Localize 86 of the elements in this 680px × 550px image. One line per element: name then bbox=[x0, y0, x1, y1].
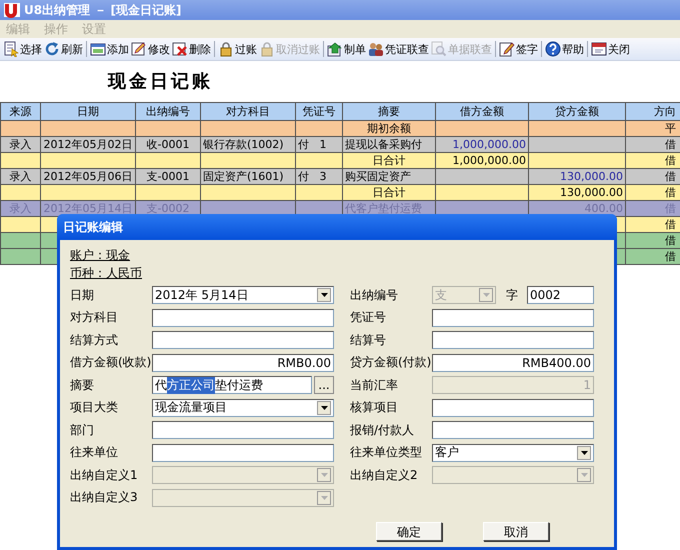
text-field[interactable] bbox=[152, 421, 334, 439]
field-label: 出纳自定义2 bbox=[350, 466, 419, 484]
arrow-icon bbox=[327, 41, 343, 57]
table-cell: 借 bbox=[626, 248, 680, 264]
field-label: 出纳自定义3 bbox=[70, 489, 139, 506]
field-label: 贷方金额(付款) bbox=[350, 354, 432, 371]
field-label: 当前汇率 bbox=[350, 376, 399, 394]
text-field[interactable] bbox=[432, 398, 594, 416]
field-label: 日期 bbox=[70, 286, 95, 304]
column-header: 摘要 bbox=[342, 102, 436, 120]
toolbar-button[interactable]: 签字 bbox=[498, 39, 539, 59]
text-field[interactable] bbox=[152, 308, 334, 326]
text-field[interactable] bbox=[432, 421, 594, 439]
caret-icon bbox=[320, 404, 328, 412]
column-header: 凭证号 bbox=[296, 102, 342, 120]
text-field[interactable] bbox=[432, 308, 594, 326]
caret-icon bbox=[320, 471, 328, 479]
refresh-icon bbox=[44, 41, 60, 57]
pencil-icon bbox=[131, 41, 147, 57]
dialog-title: 日记账编辑 bbox=[57, 214, 617, 240]
page-heading: 现金日记账 bbox=[108, 70, 213, 93]
window-icon bbox=[591, 41, 607, 57]
text-field[interactable] bbox=[152, 444, 334, 462]
dialog-button[interactable]: 确定 bbox=[376, 522, 442, 540]
window-title: U8出纳管理 － [现金日记账] bbox=[24, 2, 182, 18]
text-field[interactable] bbox=[152, 331, 334, 349]
text-field[interactable]: 代方正公司垫付运费 bbox=[152, 376, 312, 394]
search-icon bbox=[431, 41, 447, 57]
field-label: 出纳自定义1 bbox=[70, 466, 139, 484]
pencil-icon bbox=[499, 41, 515, 57]
window-icon bbox=[90, 41, 106, 57]
field-label: 往来单位 bbox=[70, 444, 119, 461]
column-header: 借方金额 bbox=[436, 102, 528, 120]
field-label: 核算项目 bbox=[350, 399, 399, 416]
lock-icon bbox=[259, 41, 275, 57]
field-label: 项目大类 bbox=[70, 399, 119, 416]
dropdown-field[interactable]: 现金流量项目 bbox=[152, 398, 334, 416]
help-icon bbox=[545, 41, 561, 57]
document-icon bbox=[3, 41, 19, 57]
field-label: 往来单位类型 bbox=[350, 444, 423, 461]
field-label: 对方科目 bbox=[70, 309, 119, 326]
dropdown-field[interactable]: 2012年 5月14日 bbox=[152, 286, 334, 304]
column-header: 贷方金额 bbox=[528, 102, 626, 120]
toolbar-button[interactable]: 删除 bbox=[171, 39, 212, 59]
field-label: 出纳编号 bbox=[350, 286, 399, 304]
people-icon bbox=[368, 41, 384, 57]
text-field[interactable] bbox=[432, 331, 594, 349]
field-label: 摘要 bbox=[70, 376, 95, 394]
field-label: 字 bbox=[506, 286, 518, 304]
column-header: 出纳编号 bbox=[136, 102, 200, 120]
caret-icon bbox=[320, 291, 328, 299]
field-label: 借方金额(收款) bbox=[70, 354, 152, 371]
column-header: 方向 bbox=[626, 102, 680, 120]
toolbar-button[interactable]: 添加 bbox=[89, 39, 130, 59]
field-label: 部门 bbox=[70, 422, 95, 438]
toolbar-button[interactable]: 帮助 bbox=[544, 39, 585, 59]
toolbar-button[interactable]: 刷新 bbox=[43, 39, 84, 59]
toolbar-button[interactable]: 关闭 bbox=[590, 39, 631, 59]
table-row[interactable]: 录入 2012年05月06日 支-0001 固定资产(1601) 付 3 购买固定资产 130,000.00 借 bbox=[0, 168, 680, 184]
toolbar-button[interactable]: 凭证联查 bbox=[367, 39, 430, 59]
caret-icon bbox=[320, 494, 328, 502]
dropdown-field[interactable]: 客户 bbox=[432, 444, 594, 462]
logo-icon bbox=[4, 2, 20, 18]
caret-icon bbox=[580, 448, 588, 456]
caret-icon bbox=[580, 471, 588, 479]
toolbar-button[interactable]: 制单 bbox=[326, 39, 367, 59]
dialog-button[interactable]: 取消 bbox=[483, 522, 549, 540]
delete-icon bbox=[172, 41, 188, 57]
column-header: 对方科目 bbox=[200, 102, 296, 120]
caret-icon bbox=[482, 291, 490, 299]
column-header: 来源 bbox=[0, 102, 40, 120]
account-label: 账户：现金 bbox=[70, 247, 130, 264]
currency-label: 币种：人民币 bbox=[70, 265, 142, 282]
field-label: 凭证号 bbox=[350, 309, 387, 326]
toolbar-button[interactable]: 修改 bbox=[130, 39, 171, 59]
toolbar-button[interactable]: 选择 bbox=[2, 39, 43, 59]
table-row[interactable]: 录入 2012年05月02日 收-0001 银行存款(1002) 付 1 提现以备采购付 1,000,000.00 借 bbox=[0, 136, 680, 152]
toolbar-button[interactable]: 过账 bbox=[217, 39, 258, 59]
field-label: 结算方式 bbox=[70, 332, 119, 348]
browse-button[interactable]: ... bbox=[314, 376, 334, 394]
field-label: 结算号 bbox=[350, 332, 387, 348]
column-header: 日期 bbox=[40, 102, 136, 120]
field-label: 报销/付款人 bbox=[350, 422, 416, 438]
amount-field[interactable]: RMB400.00 bbox=[432, 354, 594, 372]
amount-field[interactable]: RMB0.00 bbox=[152, 354, 334, 372]
lock-icon bbox=[218, 41, 234, 57]
